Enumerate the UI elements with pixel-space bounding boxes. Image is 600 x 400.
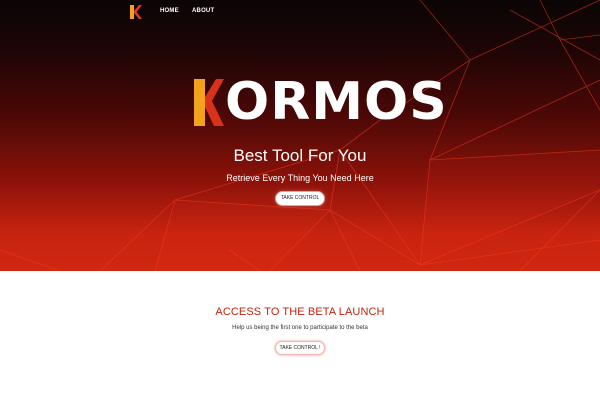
hero-tagline: Best Tool For You: [233, 146, 367, 165]
kormos-k-logo-icon[interactable]: [130, 5, 142, 19]
brand-k-logo-icon: [194, 79, 224, 126]
top-navigation: HOME ABOUT: [0, 0, 600, 24]
beta-section-subtitle: Help us being the first one to participa…: [232, 325, 368, 331]
beta-section-title: ACCESS TO THE BETA LAUNCH: [215, 306, 385, 318]
nav-home-link[interactable]: HOME: [160, 8, 179, 14]
nav-about-link[interactable]: ABOUT: [192, 8, 214, 14]
beta-take-control-button[interactable]: TAKE CONTROL !: [275, 341, 325, 355]
landing-page: HOME ABOUT ORMOS Best Tool For You Retri…: [0, 0, 600, 400]
hero-section: HOME ABOUT ORMOS Best Tool For You Retri…: [0, 0, 600, 271]
hero-take-control-button[interactable]: TAKE CONTROL: [276, 192, 324, 205]
hero-polygon-lines-background: [0, 0, 600, 271]
brand-name-text: ORMOS: [225, 72, 448, 132]
hero-subline: Retrieve Every Thing You Need Here: [226, 173, 374, 183]
brand-wordmark: ORMOS: [192, 74, 447, 130]
